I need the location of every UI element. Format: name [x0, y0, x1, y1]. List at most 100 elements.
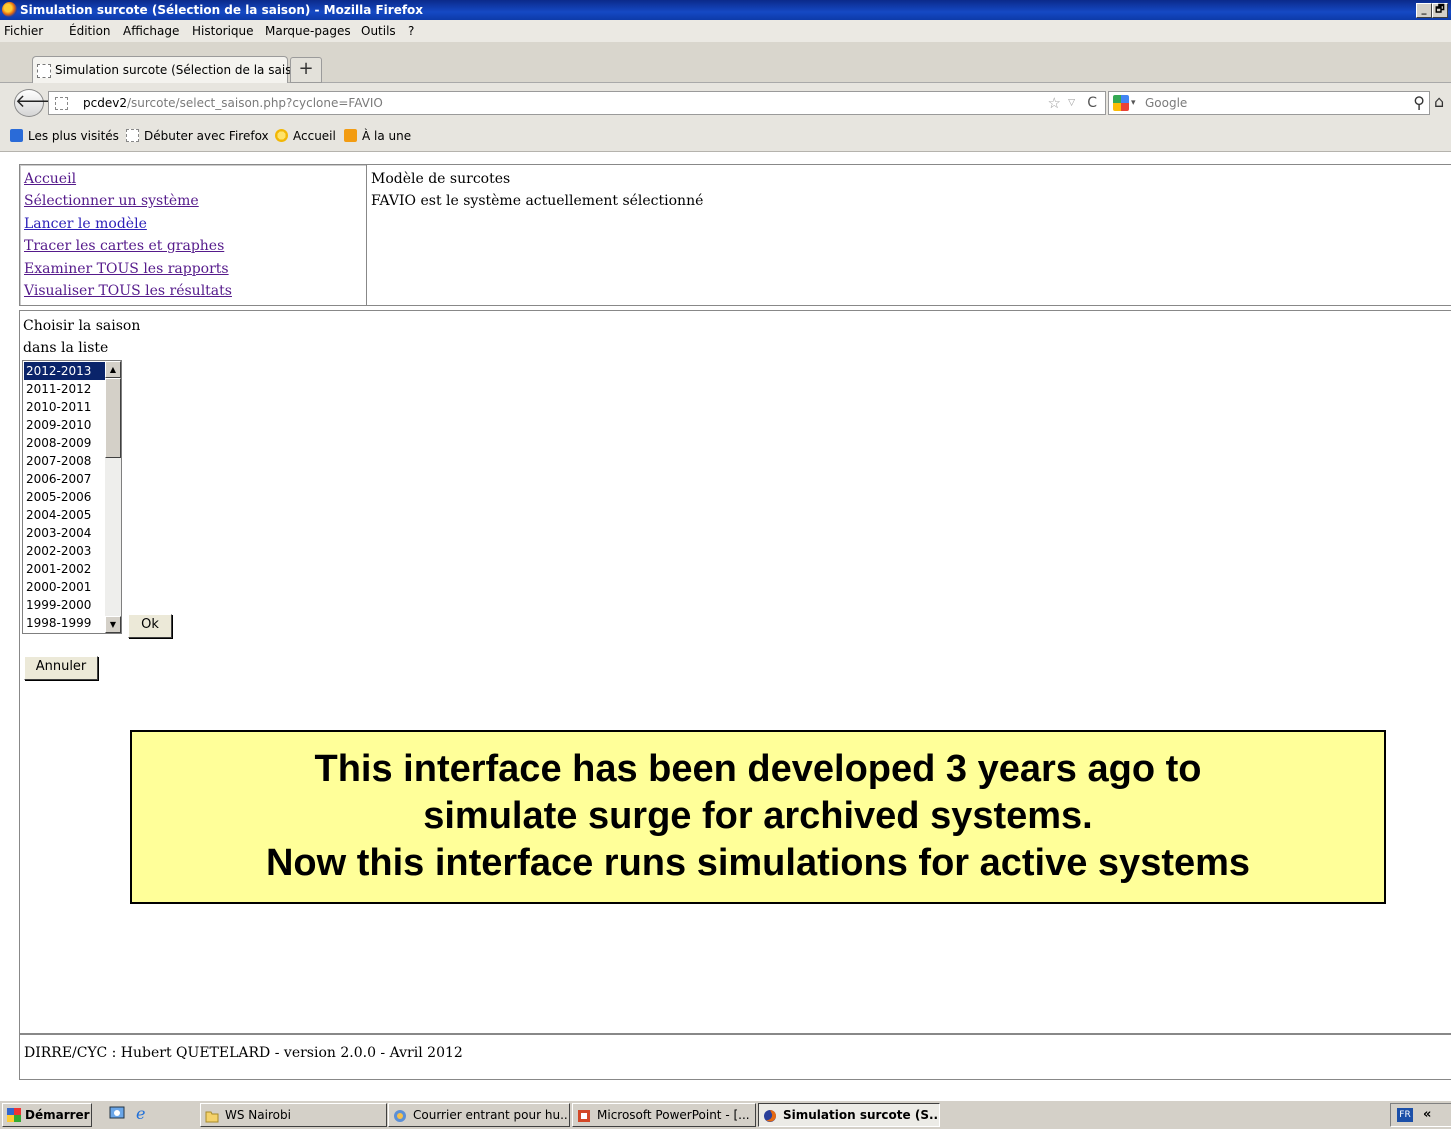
- page-title: Modèle de surcotes: [371, 171, 511, 187]
- scroll-up-arrow-icon[interactable]: ▲: [105, 361, 121, 378]
- bookmark-debuter-firefox[interactable]: Débuter avec Firefox: [126, 121, 269, 151]
- cancel-button[interactable]: Annuler: [24, 656, 98, 680]
- firefox-icon: [763, 1108, 777, 1122]
- folder-icon: [205, 1108, 219, 1123]
- bookmark-accueil[interactable]: Accueil: [275, 121, 336, 151]
- firefox-logo-icon: [2, 2, 17, 17]
- internet-explorer-icon[interactable]: e: [134, 1104, 152, 1123]
- season-option[interactable]: 2009-2010: [24, 416, 107, 434]
- season-option[interactable]: 2008-2009: [24, 434, 107, 452]
- season-option[interactable]: 2011-2012: [24, 380, 107, 398]
- url-host: pcdev2: [83, 96, 127, 110]
- task-powerpoint[interactable]: Microsoft PowerPoint - [...: [572, 1103, 756, 1127]
- bookmark-star-icon[interactable]: ☆: [1048, 92, 1061, 114]
- bookmarks-toolbar: Les plus visités Débuter avec Firefox Ac…: [0, 121, 1451, 152]
- start-button[interactable]: Démarrer: [2, 1103, 92, 1127]
- nav-link-accueil[interactable]: Accueil: [24, 171, 76, 187]
- season-option[interactable]: 2004-2005: [24, 506, 107, 524]
- powerpoint-icon: [577, 1108, 591, 1122]
- season-option[interactable]: 2001-2002: [24, 560, 107, 578]
- url-path: /surcote/select_saison.php?cyclone=FAVIO: [126, 96, 383, 110]
- season-option[interactable]: 2003-2004: [24, 524, 107, 542]
- task-label: WS Nairobi: [225, 1108, 291, 1122]
- home-button[interactable]: ⌂: [1434, 92, 1451, 112]
- most-visited-icon: [10, 129, 23, 142]
- url-text: pcdev2/surcote/select_saison.php?cyclone…: [83, 92, 383, 114]
- bookmark-a-la-une[interactable]: À la une: [344, 121, 411, 151]
- season-option[interactable]: 2002-2003: [24, 542, 107, 560]
- bookmark-label: À la une: [362, 129, 412, 143]
- menu-marque-pages[interactable]: Marque-pages: [265, 20, 351, 42]
- home-icon: ⌂: [1434, 92, 1445, 111]
- tray-expand-button[interactable]: «: [1423, 1104, 1431, 1126]
- back-button[interactable]: 🡐: [14, 89, 63, 117]
- menu-edition[interactable]: Édition: [69, 20, 111, 42]
- season-option[interactable]: 2007-2008: [24, 452, 107, 470]
- window-title: Simulation surcote (Sélection de la sais…: [20, 3, 424, 17]
- season-listbox[interactable]: 2012-2013 2011-2012 2010-2011 2009-2010 …: [22, 360, 122, 634]
- history-dropdown-icon[interactable]: ▽: [1068, 92, 1075, 114]
- minimize-button[interactable]: _: [1416, 3, 1432, 18]
- page-favicon-icon: [37, 64, 51, 78]
- menu-historique[interactable]: Historique: [192, 20, 254, 42]
- season-option[interactable]: 2012-2013: [24, 362, 107, 380]
- choose-season-label: Choisir la saison: [23, 318, 141, 334]
- language-indicator[interactable]: FR: [1397, 1108, 1413, 1122]
- nav-link-examiner-rapports[interactable]: Examiner TOUS les rapports: [24, 261, 229, 277]
- footer-credits: DIRRE/CYC : Hubert QUETELARD - version 2…: [24, 1045, 463, 1061]
- nav-link-lancer-modele[interactable]: Lancer le modèle: [24, 216, 147, 232]
- bookmark-les-plus-visites[interactable]: Les plus visités: [10, 121, 119, 151]
- engine-dropdown-icon[interactable]: ▾: [1131, 92, 1136, 114]
- windows-flag-icon: [7, 1108, 21, 1122]
- nav-link-visualiser-resultats[interactable]: Visualiser TOUS les résultats: [24, 283, 232, 299]
- new-tab-button[interactable]: +: [290, 57, 322, 83]
- nav-link-tracer-cartes[interactable]: Tracer les cartes et graphes: [24, 238, 224, 254]
- task-label: Courrier entrant pour hu...: [413, 1108, 570, 1122]
- site-identity-icon: [55, 97, 68, 110]
- reload-icon[interactable]: C: [1087, 92, 1097, 114]
- system-tray: FR «: [1390, 1103, 1451, 1127]
- task-courrier-entrant[interactable]: Courrier entrant pour hu...: [388, 1103, 570, 1127]
- menu-fichier[interactable]: Fichier: [4, 20, 43, 42]
- season-option[interactable]: 1999-2000: [24, 596, 107, 614]
- ok-button[interactable]: Ok: [128, 614, 172, 638]
- bookmark-label: Débuter avec Firefox: [144, 129, 269, 143]
- menu-bar: Fichier Édition Affichage Historique Mar…: [0, 20, 1451, 42]
- google-engine-icon[interactable]: [1113, 95, 1129, 111]
- star-burst-icon: [275, 129, 288, 142]
- season-option[interactable]: 2005-2006: [24, 488, 107, 506]
- scrollbar-thumb[interactable]: [105, 378, 121, 458]
- main-content: [19, 310, 1451, 1034]
- page-footer: DIRRE/CYC : Hubert QUETELARD - version 2…: [19, 1034, 1451, 1080]
- window-title-bar[interactable]: Simulation surcote (Sélection de la sais…: [0, 0, 1451, 20]
- bookmark-label: Les plus visités: [28, 129, 119, 143]
- tab-simulation-surcote[interactable]: Simulation surcote (Sélection de la sais…: [32, 56, 311, 83]
- show-desktop-icon[interactable]: [108, 1104, 126, 1122]
- listbox-scrollbar[interactable]: ▲ ▼: [105, 361, 121, 633]
- menu-help[interactable]: ?: [408, 20, 414, 42]
- selected-system-status: FAVIO est le système actuellement sélect…: [371, 193, 704, 209]
- season-option[interactable]: 2010-2011: [24, 398, 107, 416]
- start-label: Démarrer: [25, 1108, 90, 1122]
- search-magnifier-icon[interactable]: ⚲: [1413, 92, 1425, 114]
- search-bar[interactable]: ▾ Google ⚲: [1108, 91, 1430, 115]
- season-option[interactable]: 2000-2001: [24, 578, 107, 596]
- bookmark-label: Accueil: [293, 129, 336, 143]
- season-option[interactable]: 2006-2007: [24, 470, 107, 488]
- rss-feed-icon: [344, 129, 357, 142]
- task-simulation-surcote[interactable]: Simulation surcote (S...: [758, 1103, 940, 1127]
- season-option[interactable]: 1998-1999: [24, 614, 107, 632]
- task-label: Simulation surcote (S...: [783, 1108, 940, 1122]
- annotation-callout: This interface has been developed 3 year…: [130, 730, 1386, 904]
- url-bar[interactable]: pcdev2/surcote/select_saison.php?cyclone…: [48, 91, 1106, 115]
- maximize-button[interactable]: 🗗: [1432, 3, 1448, 18]
- header-info: Modèle de surcotes FAVIO est le système …: [366, 164, 1451, 306]
- blank-page-icon: [126, 129, 139, 142]
- task-ws-nairobi[interactable]: WS Nairobi: [200, 1103, 387, 1127]
- nav-link-selectionner-systeme[interactable]: Sélectionner un système: [24, 193, 199, 209]
- menu-outils[interactable]: Outils: [361, 20, 396, 42]
- search-input[interactable]: Google: [1145, 92, 1187, 114]
- scroll-down-arrow-icon[interactable]: ▼: [105, 616, 121, 633]
- svg-text:e: e: [136, 1104, 145, 1122]
- menu-affichage[interactable]: Affichage: [123, 20, 179, 42]
